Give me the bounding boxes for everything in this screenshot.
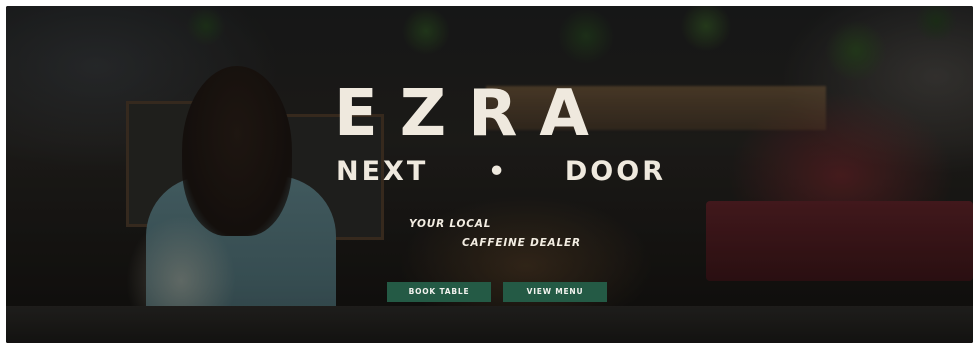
- subtitle-dot: •: [487, 156, 506, 187]
- hero-banner: EZRA NEXT • DOOR YOUR LOCAL CAFFEINE DEA…: [6, 6, 973, 343]
- book-table-button[interactable]: BOOK TABLE: [387, 282, 491, 302]
- tagline-line-2: CAFFEINE DEALER: [462, 237, 581, 249]
- tagline-line-1: YOUR LOCAL: [409, 218, 492, 230]
- subtitle-next: NEXT: [336, 156, 429, 187]
- brand-subtitle: NEXT • DOOR: [336, 158, 666, 185]
- subtitle-door: DOOR: [564, 156, 666, 187]
- brand-logo: EZRA: [334, 77, 611, 151]
- view-menu-button[interactable]: VIEW MENU: [503, 282, 607, 302]
